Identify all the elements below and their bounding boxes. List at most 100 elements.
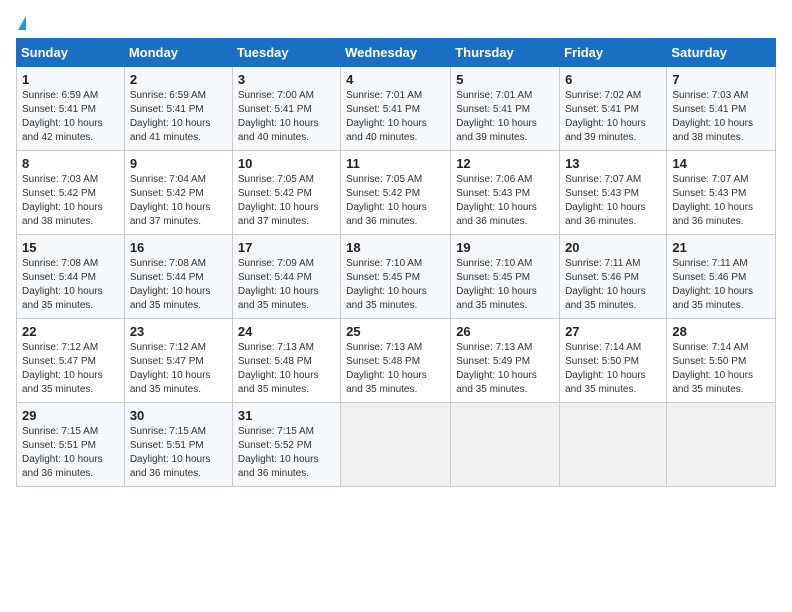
day-info: Sunrise: 7:03 AMSunset: 5:42 PMDaylight:… [22,174,103,227]
calendar-cell: 31 Sunrise: 7:15 AMSunset: 5:52 PMDaylig… [232,403,340,487]
day-info: Sunrise: 7:07 AMSunset: 5:43 PMDaylight:… [565,174,646,227]
day-number: 11 [346,156,445,171]
day-number: 31 [238,408,335,423]
day-number: 21 [672,240,770,255]
calendar-cell: 13 Sunrise: 7:07 AMSunset: 5:43 PMDaylig… [560,151,667,235]
day-info: Sunrise: 7:05 AMSunset: 5:42 PMDaylight:… [346,174,427,227]
day-info: Sunrise: 7:02 AMSunset: 5:41 PMDaylight:… [565,90,646,143]
day-info: Sunrise: 7:08 AMSunset: 5:44 PMDaylight:… [22,258,103,311]
week-row-1: 1 Sunrise: 6:59 AMSunset: 5:41 PMDayligh… [17,67,776,151]
day-number: 15 [22,240,119,255]
day-info: Sunrise: 6:59 AMSunset: 5:41 PMDaylight:… [130,90,211,143]
day-number: 1 [22,72,119,87]
day-number: 6 [565,72,661,87]
calendar-cell: 4 Sunrise: 7:01 AMSunset: 5:41 PMDayligh… [341,67,451,151]
day-info: Sunrise: 7:14 AMSunset: 5:50 PMDaylight:… [672,342,753,395]
day-number: 27 [565,324,661,339]
calendar-cell [560,403,667,487]
day-info: Sunrise: 7:11 AMSunset: 5:46 PMDaylight:… [672,258,753,311]
calendar-cell: 2 Sunrise: 6:59 AMSunset: 5:41 PMDayligh… [124,67,232,151]
calendar-cell: 26 Sunrise: 7:13 AMSunset: 5:49 PMDaylig… [451,319,560,403]
day-info: Sunrise: 7:06 AMSunset: 5:43 PMDaylight:… [456,174,537,227]
calendar-cell [667,403,776,487]
calendar-cell: 25 Sunrise: 7:13 AMSunset: 5:48 PMDaylig… [341,319,451,403]
calendar-cell [341,403,451,487]
day-number: 22 [22,324,119,339]
day-info: Sunrise: 7:13 AMSunset: 5:49 PMDaylight:… [456,342,537,395]
calendar-cell: 5 Sunrise: 7:01 AMSunset: 5:41 PMDayligh… [451,67,560,151]
header-day-saturday: Saturday [667,39,776,67]
header-row: SundayMondayTuesdayWednesdayThursdayFrid… [17,39,776,67]
day-number: 8 [22,156,119,171]
day-info: Sunrise: 7:04 AMSunset: 5:42 PMDaylight:… [130,174,211,227]
calendar-cell: 28 Sunrise: 7:14 AMSunset: 5:50 PMDaylig… [667,319,776,403]
day-number: 12 [456,156,554,171]
day-number: 17 [238,240,335,255]
day-number: 24 [238,324,335,339]
calendar-cell: 30 Sunrise: 7:15 AMSunset: 5:51 PMDaylig… [124,403,232,487]
header-day-wednesday: Wednesday [341,39,451,67]
day-info: Sunrise: 7:05 AMSunset: 5:42 PMDaylight:… [238,174,319,227]
day-number: 20 [565,240,661,255]
day-info: Sunrise: 7:14 AMSunset: 5:50 PMDaylight:… [565,342,646,395]
week-row-5: 29 Sunrise: 7:15 AMSunset: 5:51 PMDaylig… [17,403,776,487]
calendar-table: SundayMondayTuesdayWednesdayThursdayFrid… [16,38,776,487]
day-info: Sunrise: 7:11 AMSunset: 5:46 PMDaylight:… [565,258,646,311]
day-number: 18 [346,240,445,255]
day-info: Sunrise: 7:09 AMSunset: 5:44 PMDaylight:… [238,258,319,311]
calendar-cell: 27 Sunrise: 7:14 AMSunset: 5:50 PMDaylig… [560,319,667,403]
day-info: Sunrise: 7:13 AMSunset: 5:48 PMDaylight:… [238,342,319,395]
header-day-monday: Monday [124,39,232,67]
day-number: 29 [22,408,119,423]
calendar-cell: 22 Sunrise: 7:12 AMSunset: 5:47 PMDaylig… [17,319,125,403]
calendar-cell: 20 Sunrise: 7:11 AMSunset: 5:46 PMDaylig… [560,235,667,319]
day-info: Sunrise: 7:10 AMSunset: 5:45 PMDaylight:… [346,258,427,311]
day-info: Sunrise: 7:12 AMSunset: 5:47 PMDaylight:… [22,342,103,395]
day-number: 30 [130,408,227,423]
day-info: Sunrise: 7:10 AMSunset: 5:45 PMDaylight:… [456,258,537,311]
day-info: Sunrise: 7:01 AMSunset: 5:41 PMDaylight:… [346,90,427,143]
calendar-cell: 18 Sunrise: 7:10 AMSunset: 5:45 PMDaylig… [341,235,451,319]
day-info: Sunrise: 7:01 AMSunset: 5:41 PMDaylight:… [456,90,537,143]
day-info: Sunrise: 7:13 AMSunset: 5:48 PMDaylight:… [346,342,427,395]
calendar-cell: 8 Sunrise: 7:03 AMSunset: 5:42 PMDayligh… [17,151,125,235]
calendar-cell: 3 Sunrise: 7:00 AMSunset: 5:41 PMDayligh… [232,67,340,151]
day-number: 19 [456,240,554,255]
day-info: Sunrise: 7:15 AMSunset: 5:51 PMDaylight:… [130,426,211,479]
day-info: Sunrise: 7:00 AMSunset: 5:41 PMDaylight:… [238,90,319,143]
calendar-cell: 17 Sunrise: 7:09 AMSunset: 5:44 PMDaylig… [232,235,340,319]
calendar-cell [451,403,560,487]
calendar-cell: 19 Sunrise: 7:10 AMSunset: 5:45 PMDaylig… [451,235,560,319]
calendar-cell: 16 Sunrise: 7:08 AMSunset: 5:44 PMDaylig… [124,235,232,319]
day-number: 13 [565,156,661,171]
day-number: 9 [130,156,227,171]
header-day-friday: Friday [560,39,667,67]
logo [16,16,26,30]
calendar-cell: 11 Sunrise: 7:05 AMSunset: 5:42 PMDaylig… [341,151,451,235]
day-info: Sunrise: 7:15 AMSunset: 5:51 PMDaylight:… [22,426,103,479]
calendar-cell: 29 Sunrise: 7:15 AMSunset: 5:51 PMDaylig… [17,403,125,487]
day-number: 23 [130,324,227,339]
day-number: 26 [456,324,554,339]
calendar-cell: 23 Sunrise: 7:12 AMSunset: 5:47 PMDaylig… [124,319,232,403]
day-info: Sunrise: 7:15 AMSunset: 5:52 PMDaylight:… [238,426,319,479]
calendar-cell: 12 Sunrise: 7:06 AMSunset: 5:43 PMDaylig… [451,151,560,235]
day-number: 7 [672,72,770,87]
week-row-2: 8 Sunrise: 7:03 AMSunset: 5:42 PMDayligh… [17,151,776,235]
calendar-cell: 14 Sunrise: 7:07 AMSunset: 5:43 PMDaylig… [667,151,776,235]
calendar-cell: 24 Sunrise: 7:13 AMSunset: 5:48 PMDaylig… [232,319,340,403]
header [16,16,776,30]
week-row-3: 15 Sunrise: 7:08 AMSunset: 5:44 PMDaylig… [17,235,776,319]
day-info: Sunrise: 7:12 AMSunset: 5:47 PMDaylight:… [130,342,211,395]
day-number: 10 [238,156,335,171]
day-number: 5 [456,72,554,87]
calendar-cell: 9 Sunrise: 7:04 AMSunset: 5:42 PMDayligh… [124,151,232,235]
calendar-cell: 21 Sunrise: 7:11 AMSunset: 5:46 PMDaylig… [667,235,776,319]
day-number: 3 [238,72,335,87]
calendar-cell: 1 Sunrise: 6:59 AMSunset: 5:41 PMDayligh… [17,67,125,151]
header-day-tuesday: Tuesday [232,39,340,67]
day-number: 16 [130,240,227,255]
day-number: 14 [672,156,770,171]
day-info: Sunrise: 7:07 AMSunset: 5:43 PMDaylight:… [672,174,753,227]
day-info: Sunrise: 7:08 AMSunset: 5:44 PMDaylight:… [130,258,211,311]
